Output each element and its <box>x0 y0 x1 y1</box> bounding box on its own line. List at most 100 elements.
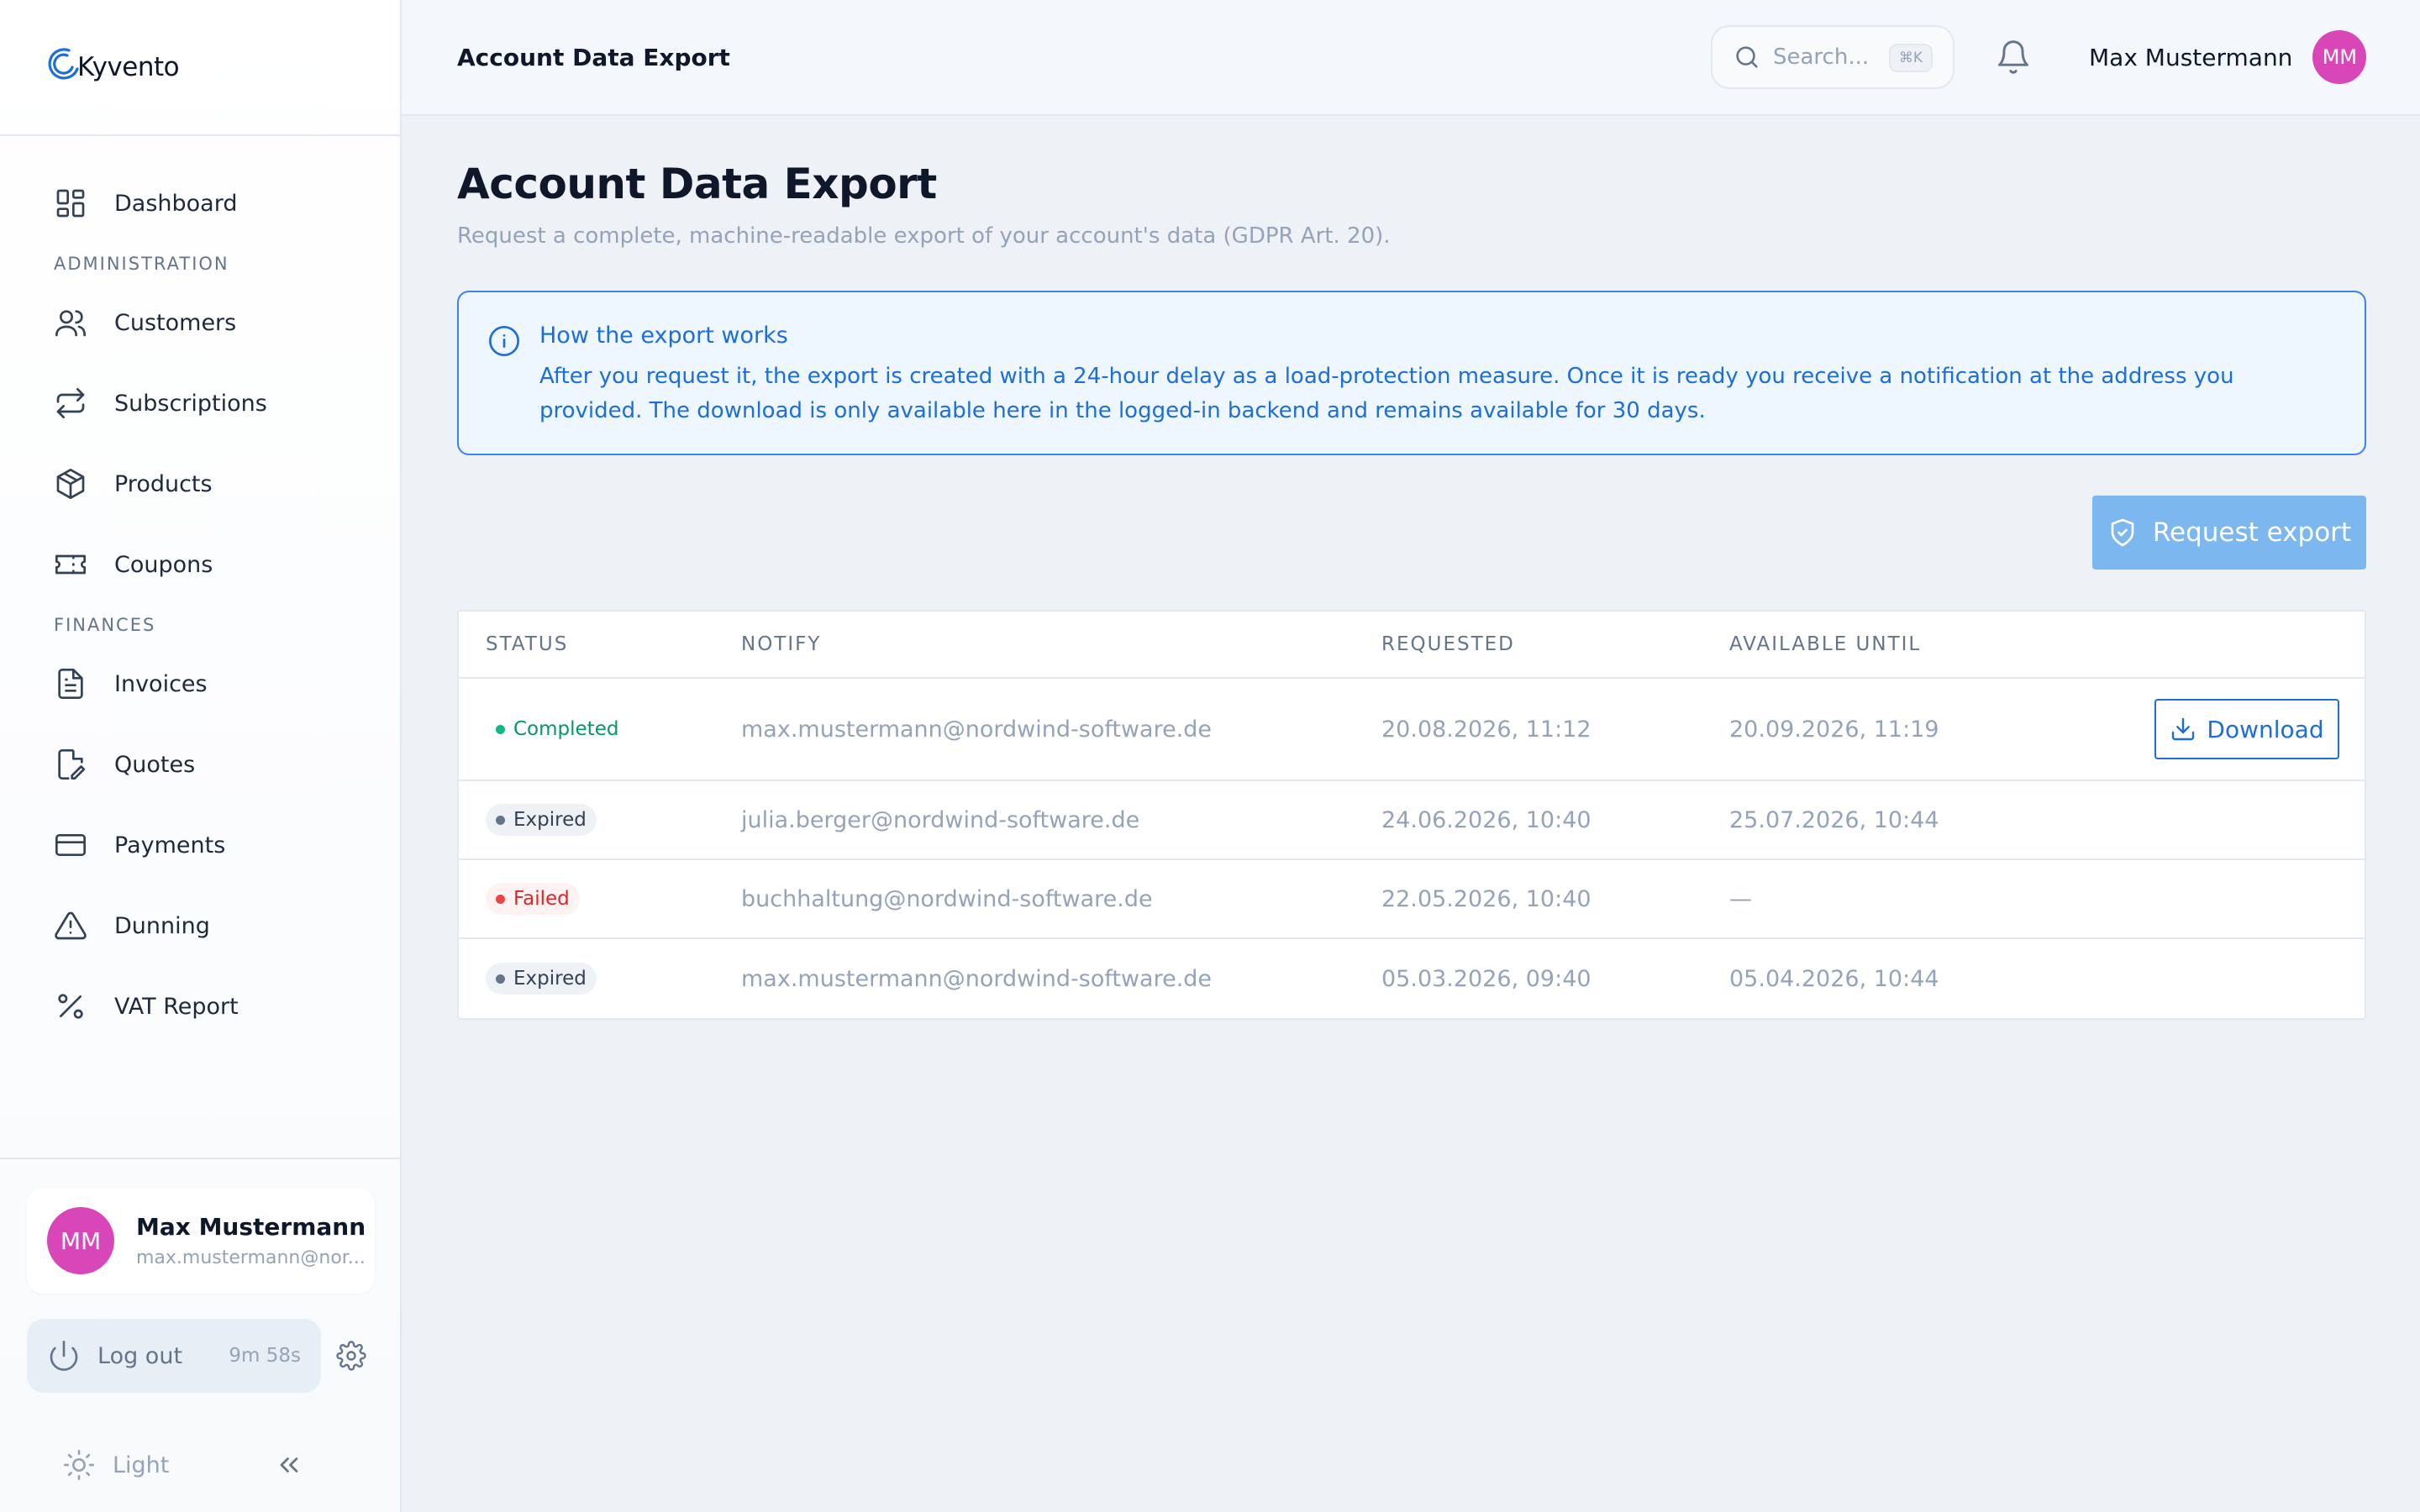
topbar: Account Data Export ⌘K Max Mustermann MM <box>402 0 2420 116</box>
main-content: Account Data Export Request a complete, … <box>457 116 2366 1020</box>
sidebar-item-label: Dunning <box>114 912 210 939</box>
info-title: How the export works <box>539 323 788 349</box>
info-text: After you request it, the export is crea… <box>539 364 2234 423</box>
requested-date: 20.08.2026, 11:12 <box>1381 716 1591 743</box>
sidebar-nav: Dashboard ADMINISTRATION Customers Subsc… <box>0 136 400 1037</box>
sidebar-item-products[interactable]: Products <box>25 454 375 514</box>
status-dot <box>496 815 505 825</box>
status-dot <box>496 974 505 984</box>
search-shortcut: ⌘K <box>1888 44 1933 72</box>
session-timer: 9m 58s <box>229 1345 301 1367</box>
sidebar-footer: MM Max Mustermann max.mustermann@nor... … <box>0 1158 400 1512</box>
sidebar-item-dunning[interactable]: Dunning <box>25 895 375 956</box>
column-header-notify[interactable]: NOTIFY <box>741 633 821 655</box>
file-edit-icon <box>54 748 87 781</box>
download-button[interactable]: Download <box>2154 699 2339 759</box>
download-label: Download <box>2207 715 2324 743</box>
table-row: Completed max.mustermann@nordwind-softwa… <box>459 679 2365 781</box>
theme-label: Light <box>113 1452 170 1478</box>
chevrons-left-icon[interactable] <box>274 1450 304 1480</box>
notify-email: max.mustermann@nordwind-software.de <box>741 965 1213 992</box>
user-email: max.mustermann@nor... <box>136 1247 366 1268</box>
status-badge: Completed <box>486 713 629 745</box>
available-until-date: 05.04.2026, 10:44 <box>1729 965 1939 992</box>
sidebar-item-label: VAT Report <box>114 993 239 1020</box>
user-card[interactable]: MM Max Mustermann max.mustermann@nor... <box>27 1188 375 1294</box>
bell-icon[interactable] <box>1995 39 2032 76</box>
request-row: Request export <box>457 496 2366 570</box>
table-row: Failed buchhaltung@nordwind-software.de … <box>459 860 2365 939</box>
sidebar-item-payments[interactable]: Payments <box>25 815 375 875</box>
nav-section-finances: FINANCES <box>54 615 156 635</box>
table-row: Expired julia.berger@nordwind-software.d… <box>459 781 2365 860</box>
sun-icon <box>62 1448 96 1482</box>
column-header-available-until[interactable]: AVAILABLE UNTIL <box>1729 633 1921 655</box>
percent-icon <box>54 990 87 1023</box>
search-box[interactable]: ⌘K <box>1711 25 1954 89</box>
search-input[interactable] <box>1773 45 1882 70</box>
page-title: Account Data Export <box>457 160 937 208</box>
search-icon <box>1733 43 1761 71</box>
page-subtitle: Request a complete, machine-readable exp… <box>457 223 1391 249</box>
sidebar-item-label: Payments <box>114 832 226 858</box>
available-until-date: 25.07.2026, 10:44 <box>1729 806 1939 833</box>
sidebar-item-label: Quotes <box>114 751 196 778</box>
status-cell: Expired <box>486 781 597 858</box>
status-label: Expired <box>513 968 587 990</box>
sidebar-item-label: Coupons <box>114 551 213 578</box>
sidebar: Kyvento Dashboard ADMINISTRATION Custome… <box>0 0 402 1512</box>
status-label: Completed <box>513 718 619 740</box>
gear-icon[interactable] <box>336 1341 366 1371</box>
sidebar-item-customers[interactable]: Customers <box>25 292 375 353</box>
sidebar-item-label: Products <box>114 470 213 497</box>
column-header-status[interactable]: STATUS <box>486 633 568 655</box>
package-icon <box>54 467 87 501</box>
info-icon <box>487 324 521 358</box>
ticket-icon <box>54 548 87 581</box>
request-export-label: Request export <box>2152 517 2352 548</box>
status-badge: Expired <box>486 963 597 995</box>
user-menu-name: Max Mustermann <box>2089 43 2293 71</box>
request-export-button[interactable]: Request export <box>2092 496 2366 570</box>
sidebar-item-vat-report[interactable]: VAT Report <box>25 976 375 1037</box>
download-icon <box>2170 716 2196 743</box>
user-name: Max Mustermann <box>136 1213 366 1241</box>
notify-email: max.mustermann@nordwind-software.de <box>741 716 1213 743</box>
shield-check-icon <box>2107 517 2138 548</box>
sidebar-item-dashboard[interactable]: Dashboard <box>25 173 375 234</box>
info-callout: How the export works After you request i… <box>457 291 2366 455</box>
alert-triangle-icon <box>54 909 87 942</box>
status-dot <box>496 724 505 734</box>
sidebar-item-quotes[interactable]: Quotes <box>25 734 375 795</box>
notify-email: buchhaltung@nordwind-software.de <box>741 885 1153 912</box>
status-label: Expired <box>513 809 587 831</box>
status-cell: Expired <box>486 939 597 1018</box>
requested-date: 05.03.2026, 09:40 <box>1381 965 1591 992</box>
sidebar-item-invoices[interactable]: Invoices <box>25 654 375 714</box>
repeat-icon <box>54 386 87 420</box>
status-badge: Failed <box>486 883 580 915</box>
sidebar-item-label: Dashboard <box>114 190 238 217</box>
column-header-requested[interactable]: REQUESTED <box>1381 633 1515 655</box>
theme-toggle[interactable]: Light <box>62 1448 169 1482</box>
brand-logo[interactable]: Kyvento <box>44 48 180 84</box>
user-info: Max Mustermann max.mustermann@nor... <box>136 1213 366 1268</box>
status-cell: Failed <box>486 860 580 937</box>
notify-email: julia.berger@nordwind-software.de <box>741 806 1140 833</box>
logout-button[interactable]: Log out 9m 58s <box>27 1319 321 1393</box>
table-row: Expired max.mustermann@nordwind-software… <box>459 939 2365 1018</box>
available-until-date: 20.09.2026, 11:19 <box>1729 716 1939 743</box>
sidebar-item-label: Customers <box>114 309 237 336</box>
nav-section-administration: ADMINISTRATION <box>54 254 229 274</box>
sidebar-item-subscriptions[interactable]: Subscriptions <box>25 373 375 433</box>
avatar: MM <box>2312 30 2367 84</box>
credit-card-icon <box>54 828 87 862</box>
status-dot <box>496 894 505 904</box>
requested-date: 24.06.2026, 10:40 <box>1381 806 1591 833</box>
file-text-icon <box>54 667 87 701</box>
status-cell: Completed <box>486 679 629 780</box>
sidebar-item-label: Subscriptions <box>114 390 267 417</box>
user-menu[interactable]: Max Mustermann MM <box>2089 0 2367 114</box>
sidebar-item-coupons[interactable]: Coupons <box>25 534 375 595</box>
logout-label: Log out <box>97 1342 183 1369</box>
